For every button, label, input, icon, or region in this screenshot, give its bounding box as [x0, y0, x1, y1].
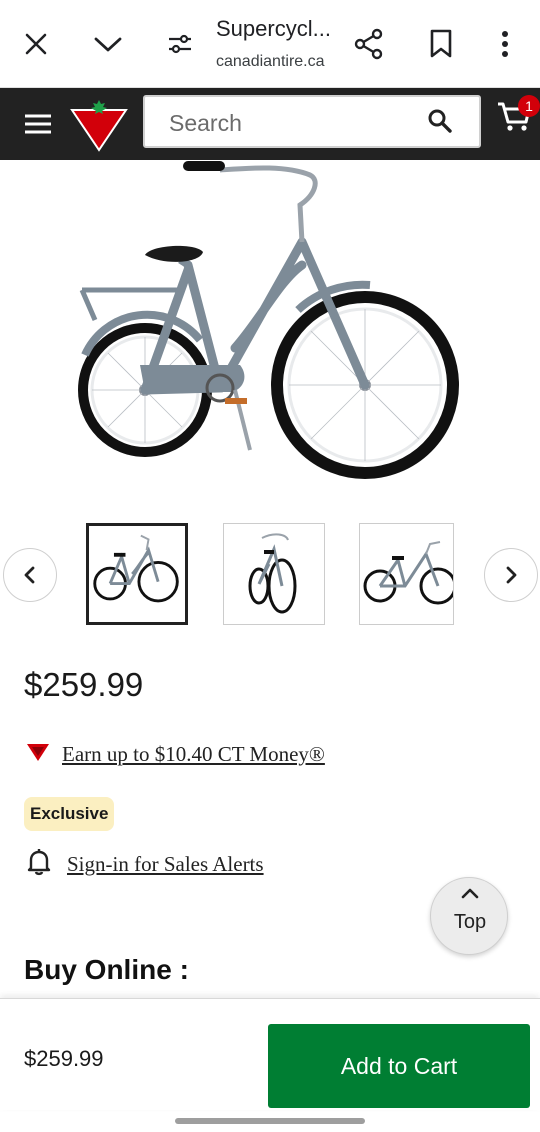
search-input[interactable]: Search: [143, 95, 481, 148]
exclusive-badge: Exclusive: [24, 797, 115, 831]
chevron-down-icon[interactable]: [86, 22, 130, 66]
product-thumbnail-1[interactable]: [86, 523, 188, 625]
ct-money-row: Earn up to $10.40 CT Money®: [26, 742, 325, 767]
bookmark-icon[interactable]: [419, 22, 463, 66]
tune-icon[interactable]: [158, 22, 202, 66]
close-icon[interactable]: [14, 22, 58, 66]
page-title[interactable]: Supercycl...: [216, 16, 331, 42]
search-icon[interactable]: [427, 108, 455, 136]
scroll-top-label: Top: [453, 911, 487, 933]
search-placeholder: Search: [169, 110, 242, 136]
sales-alert-row: Sign-in for Sales Alerts: [26, 848, 264, 881]
browser-toolbar: Supercycl... canadiantire.ca: [0, 0, 540, 88]
product-thumbnail-2[interactable]: [223, 523, 325, 625]
site-header: Search 1: [0, 88, 540, 160]
page-url[interactable]: canadiantire.ca: [216, 53, 325, 71]
ct-money-link[interactable]: Earn up to $10.40 CT Money®: [62, 742, 325, 767]
sticky-add-to-cart-bar: $259.99 Add to Cart: [0, 998, 540, 1110]
cart-count-badge: 1: [518, 95, 540, 117]
product-thumbnail-3[interactable]: [359, 523, 454, 625]
canadian-tire-logo[interactable]: [70, 98, 128, 152]
bell-icon: [26, 848, 52, 881]
gesture-navigation-bar[interactable]: [175, 1118, 365, 1124]
carousel-next-button[interactable]: [484, 548, 538, 602]
scroll-top-button[interactable]: Top: [430, 877, 508, 955]
hamburger-menu-icon[interactable]: [16, 104, 60, 144]
chevron-up-icon: [460, 886, 480, 905]
sales-alert-link[interactable]: Sign-in for Sales Alerts: [67, 852, 264, 877]
product-main-image[interactable]: [70, 160, 470, 500]
add-to-cart-button[interactable]: Add to Cart: [268, 1024, 530, 1108]
carousel-prev-button[interactable]: [3, 548, 57, 602]
more-vert-icon[interactable]: [483, 22, 527, 66]
ct-money-icon: [26, 742, 50, 767]
product-price: $259.99: [24, 666, 144, 703]
buy-online-heading: Buy Online :: [24, 954, 189, 985]
share-icon[interactable]: [347, 22, 391, 66]
sticky-price: $259.99: [24, 1046, 104, 1071]
